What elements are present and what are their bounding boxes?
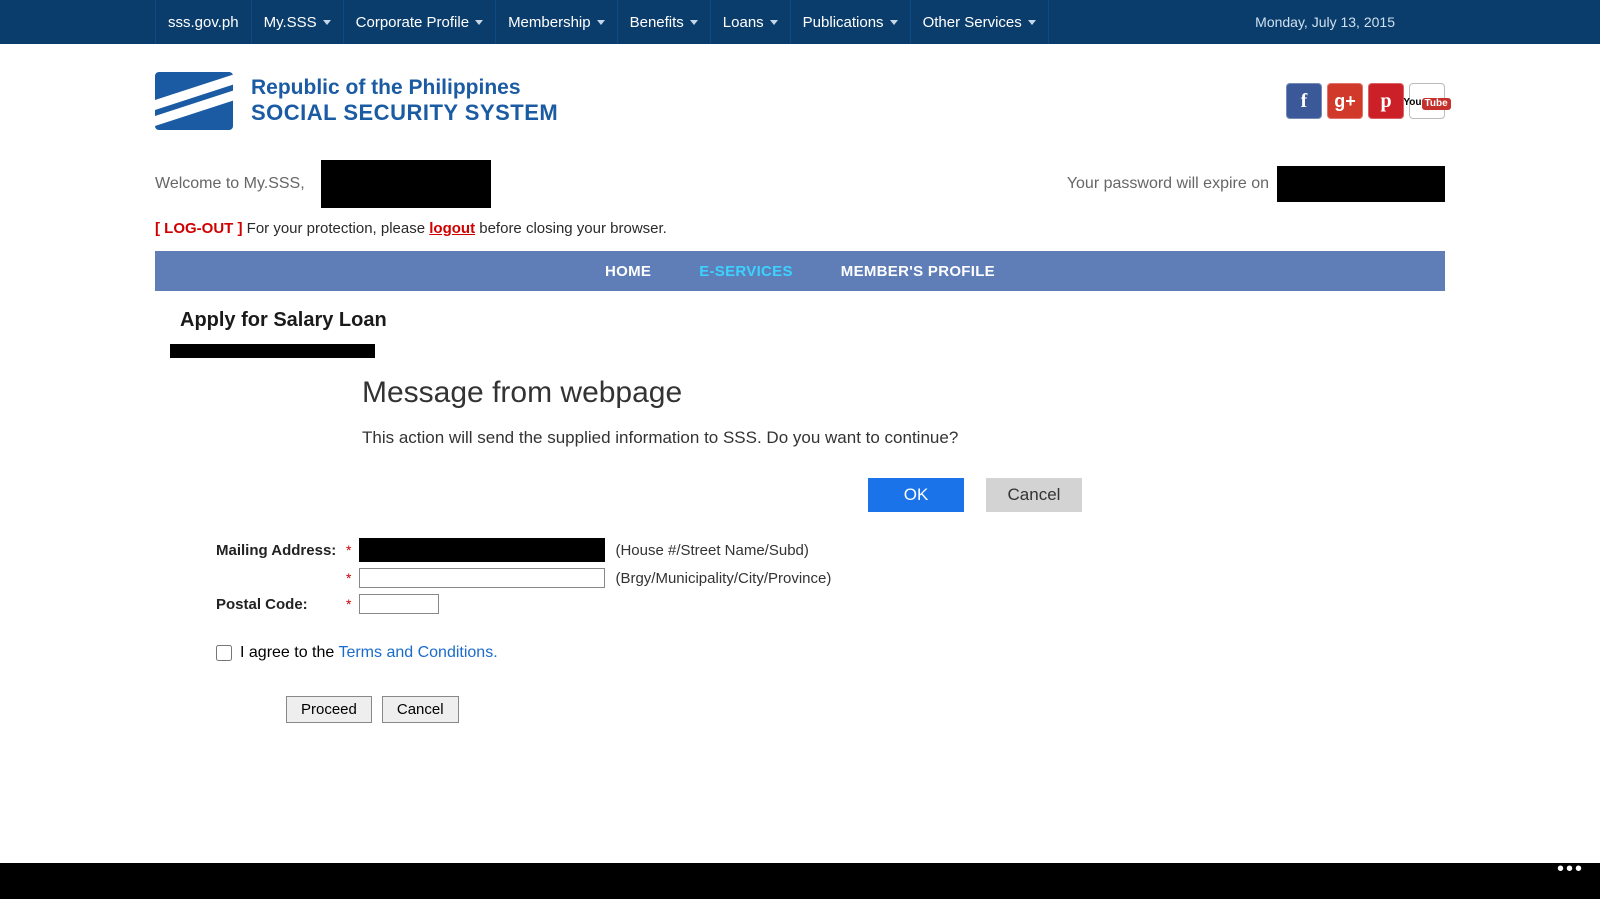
pw-expire: Your password will expire on [1067,166,1445,202]
brand: Republic of the Philippines SOCIAL SECUR… [155,72,558,130]
dialog-cancel-button[interactable]: Cancel [986,478,1082,512]
nav-publications[interactable]: Publications [791,0,911,44]
chevron-down-icon [690,20,698,25]
proceed-button[interactable]: Proceed [286,696,372,723]
redacted-expiry-date [1277,166,1445,202]
welcome-left: Welcome to My.SSS, [155,160,491,208]
redacted-username [321,160,491,208]
nav-sss-home[interactable]: sss.gov.ph [155,0,252,44]
logout-before: For your protection, please [242,220,429,237]
logout-row: [ LOG-OUT ] For your protection, please … [0,214,1600,245]
confirm-dialog: Message from webpage This action will se… [362,376,1082,512]
top-navbar: sss.gov.ph My.SSS Corporate Profile Memb… [0,0,1600,44]
chevron-down-icon [1028,20,1036,25]
logout-bracket: [ LOG-OUT ] [155,220,242,237]
redacted-subtitle [170,344,375,358]
page-title: Apply for Salary Loan [0,291,1600,338]
nav-corporate-profile[interactable]: Corporate Profile [344,0,496,44]
redacted-address-input [359,538,605,562]
brand-text: Republic of the Philippines SOCIAL SECUR… [251,76,558,126]
form-buttons: Proceed Cancel [286,696,1600,723]
taskbar: ••• [0,863,1600,899]
postal-label: Postal Code: [216,596,346,613]
nav-benefits[interactable]: Benefits [618,0,711,44]
brand-line2: SOCIAL SECURITY SYSTEM [251,100,558,126]
header: Republic of the Philippines SOCIAL SECUR… [0,44,1600,140]
postal-code-input[interactable] [359,594,439,614]
taskbar-overflow-icon[interactable]: ••• [1557,858,1584,881]
welcome-row: Welcome to My.SSS, Your password will ex… [0,140,1600,214]
social-links: f g+ p YouTube [1286,83,1445,119]
welcome-text: Welcome to My.SSS, [155,175,305,193]
hint-brgy-city: (Brgy/Municipality/City/Province) [615,570,831,587]
dialog-ok-button[interactable]: OK [868,478,964,512]
nav-other-services[interactable]: Other Services [911,0,1049,44]
chevron-down-icon [475,20,483,25]
logout-after: before closing your browser. [475,220,667,237]
dialog-message: This action will send the supplied infor… [362,428,1082,448]
cancel-button[interactable]: Cancel [382,696,459,723]
hint-house-street: (House #/Street Name/Subd) [615,542,808,559]
dialog-buttons: OK Cancel [362,478,1082,512]
dialog-title: Message from webpage [362,376,1082,410]
row-postal: Postal Code: * [216,594,1600,614]
nav-loans[interactable]: Loans [711,0,791,44]
agree-row: I agree to the Terms and Conditions. [216,644,1600,662]
pw-expire-text: Your password will expire on [1067,175,1269,193]
brgy-city-input[interactable] [359,568,605,588]
nav-membership[interactable]: Membership [496,0,618,44]
chevron-down-icon [890,20,898,25]
logout-link[interactable]: logout [429,220,475,237]
required-icon: * [346,596,351,612]
chevron-down-icon [323,20,331,25]
navbar-date: Monday, July 13, 2015 [1255,14,1445,30]
loan-form: Mailing Address: * (House #/Street Name/… [0,538,1600,723]
pinterest-icon[interactable]: p [1368,83,1404,119]
row-mailing-address-1: Mailing Address: * (House #/Street Name/… [216,538,1600,562]
youtube-icon[interactable]: YouTube [1409,83,1445,119]
subnav: HOME E-SERVICES MEMBER'S PROFILE [155,251,1445,291]
brand-line1: Republic of the Philippines [251,76,558,100]
facebook-icon[interactable]: f [1286,83,1322,119]
row-mailing-address-2: * (Brgy/Municipality/City/Province) [216,568,1600,588]
required-icon: * [346,542,351,558]
sss-logo-icon [155,72,233,130]
chevron-down-icon [770,20,778,25]
agree-checkbox[interactable] [216,645,232,661]
chevron-down-icon [597,20,605,25]
nav-mysss[interactable]: My.SSS [252,0,344,44]
agree-prefix: I agree to the [240,644,338,661]
required-icon: * [346,570,351,586]
terms-link[interactable]: Terms and Conditions. [338,644,497,661]
subnav-home[interactable]: HOME [605,263,651,280]
subnav-eservices[interactable]: E-SERVICES [699,263,793,280]
googleplus-icon[interactable]: g+ [1327,83,1363,119]
mailing-address-label: Mailing Address: [216,542,346,559]
subnav-member-profile[interactable]: MEMBER'S PROFILE [841,263,995,280]
